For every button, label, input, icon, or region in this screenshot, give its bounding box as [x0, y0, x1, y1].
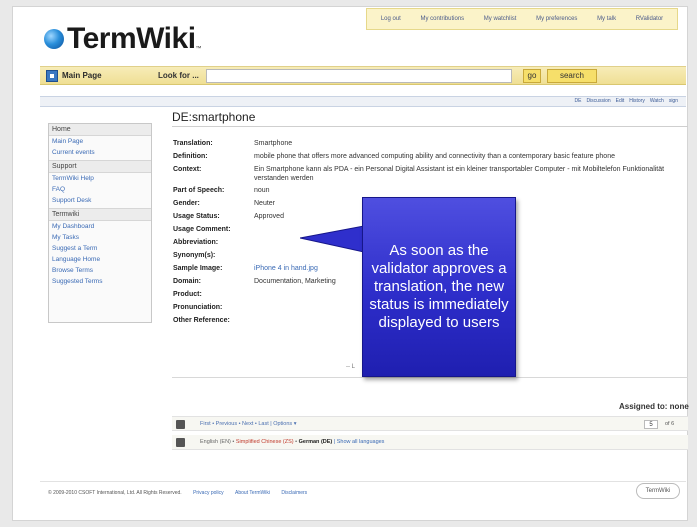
sidebar-item-browse-terms[interactable]: Browse Terms — [49, 265, 151, 276]
callout-text: As soon as the validator approves a tran… — [369, 242, 509, 331]
callout-pointer — [300, 225, 364, 253]
field-value: noun — [254, 187, 270, 194]
main-page-link[interactable]: Main Page — [62, 71, 102, 80]
sidebar-item-dashboard[interactable]: My Dashboard — [49, 221, 151, 232]
footer-divider — [40, 481, 686, 482]
search-input[interactable] — [206, 69, 512, 83]
field-label: Domain: — [173, 278, 201, 285]
tab-history[interactable]: History — [629, 98, 645, 104]
my-watchlist-link[interactable]: My watchlist — [484, 16, 517, 22]
sidebar-item-faq[interactable]: FAQ — [49, 184, 151, 195]
sidebar-item-language-home[interactable]: Language Home — [49, 254, 151, 265]
home-icon[interactable] — [46, 70, 58, 82]
look-for-label: Look for ... — [158, 71, 199, 80]
globe-icon — [44, 29, 64, 49]
logo-text: TermWiki — [67, 22, 196, 55]
usage-status-value: Approved — [254, 213, 284, 220]
sidebar-heading-home: Home — [49, 124, 151, 136]
footer-badge: TermWiki — [636, 483, 680, 499]
pager-links[interactable]: First • Previous • Next • Last | Options… — [200, 421, 296, 427]
navigation-icon — [176, 420, 185, 429]
personal-toolbar: Log out My contributions My watchlist My… — [366, 8, 678, 30]
trademark-mark: ™ — [195, 46, 202, 52]
language-de-current: German (DE) — [298, 439, 333, 445]
field-value: Documentation, Marketing — [254, 278, 336, 285]
sidebar-item-main-page[interactable]: Main Page — [49, 136, 151, 147]
termwiki-logo[interactable]: TermWiki ™ — [44, 22, 202, 56]
tab-watch[interactable]: Watch — [650, 98, 664, 104]
field-value: Neuter — [254, 200, 276, 207]
sidebar-item-support-desk[interactable]: Support Desk — [49, 195, 151, 206]
page-number-input[interactable]: 5 — [644, 420, 658, 429]
disclaimers-link[interactable]: Disclaimers — [281, 490, 307, 496]
language-zs-link[interactable]: Simplified Chinese (ZS) — [236, 439, 294, 445]
sidebar-item-tasks[interactable]: My Tasks — [49, 232, 151, 243]
page-actions-bar: DE Discussion Edit History Watch sign — [40, 96, 686, 107]
logout-link[interactable]: Log out — [381, 16, 401, 22]
sidebar-item-help[interactable]: TermWiki Help — [49, 173, 151, 184]
sidebar-item-suggested-terms[interactable]: Suggested Terms — [49, 276, 151, 287]
field-label: Pronunciation: — [173, 304, 223, 311]
tab-language[interactable]: DE — [575, 98, 582, 104]
privacy-policy-link[interactable]: Privacy policy — [193, 490, 224, 496]
search-bar: Main Page Look for ... go search — [40, 66, 686, 85]
field-value: Ein Smartphone kann als PDA - ein Person… — [254, 166, 665, 182]
sidebar-item-current-events[interactable]: Current events — [49, 147, 151, 158]
language-en-link[interactable]: English (EN) • — [200, 439, 234, 445]
assigned-to-label: Assigned to: none — [619, 402, 689, 411]
search-button[interactable]: search — [547, 69, 597, 83]
field-label: Usage Comment: — [173, 226, 231, 233]
about-termwiki-link[interactable]: About TermWiki — [235, 490, 270, 496]
content-divider — [172, 377, 688, 378]
my-talk-link[interactable]: My talk — [597, 16, 616, 22]
field-row-definition: Definition: mobile phone that offers mor… — [173, 152, 688, 161]
language-links: English (EN) • Simplified Chinese (ZS) •… — [200, 439, 384, 445]
field-label: Gender: — [173, 200, 200, 207]
annotation-callout: As soon as the validator approves a tran… — [362, 197, 516, 377]
field-label: Sample Image: — [173, 265, 223, 272]
tab-sign[interactable]: sign — [669, 98, 678, 104]
field-label: Translation: — [173, 140, 213, 147]
sidebar-heading-support: Support — [49, 160, 151, 173]
language-icon — [176, 438, 185, 447]
field-label: Usage Status: — [173, 213, 220, 220]
page-count: of 6 — [665, 421, 675, 427]
copyright-text: © 2009-2010 CSOFT International, Ltd. Al… — [48, 490, 182, 496]
sidebar-heading-termwiki: Termwiki — [49, 208, 151, 221]
field-label: Product: — [173, 291, 202, 298]
pager-bar: First • Previous • Next • Last | Options… — [172, 416, 688, 431]
field-label: Synonym(s): — [173, 252, 216, 259]
field-label: Definition: — [173, 153, 208, 160]
title-divider — [172, 126, 688, 127]
go-button[interactable]: go — [523, 69, 541, 83]
tab-discussion[interactable]: Discussion — [586, 98, 610, 104]
field-row-context: Context: Ein Smartphone kann als PDA - e… — [173, 165, 688, 183]
field-value: Smartphone — [254, 140, 293, 147]
field-label: Context: — [173, 166, 202, 173]
separator-text: -- L — [346, 364, 355, 370]
my-contributions-link[interactable]: My contributions — [420, 16, 464, 22]
page-title: DE:smartphone — [172, 110, 256, 124]
sidebar-item-suggest-term[interactable]: Suggest a Term — [49, 243, 151, 254]
field-row-part-of-speech: Part of Speech: noun — [173, 186, 688, 195]
field-row-translation: Translation: Smartphone — [173, 139, 688, 148]
field-value: mobile phone that offers more advanced c… — [254, 153, 615, 160]
footer: © 2009-2010 CSOFT International, Ltd. Al… — [48, 490, 307, 496]
language-bar: English (EN) • Simplified Chinese (ZS) •… — [172, 435, 688, 450]
field-label: Abbreviation: — [173, 239, 219, 246]
field-label: Part of Speech: — [173, 187, 225, 194]
tab-edit[interactable]: Edit — [616, 98, 625, 104]
sample-image-link[interactable]: iPhone 4 in hand.jpg — [254, 264, 318, 273]
my-preferences-link[interactable]: My preferences — [536, 16, 577, 22]
username-link[interactable]: RValidator — [636, 16, 663, 22]
field-label: Other Reference: — [173, 317, 230, 324]
sidebar: Home Main Page Current events Support Te… — [48, 123, 152, 323]
show-all-languages-link[interactable]: | Show all languages — [332, 439, 385, 445]
